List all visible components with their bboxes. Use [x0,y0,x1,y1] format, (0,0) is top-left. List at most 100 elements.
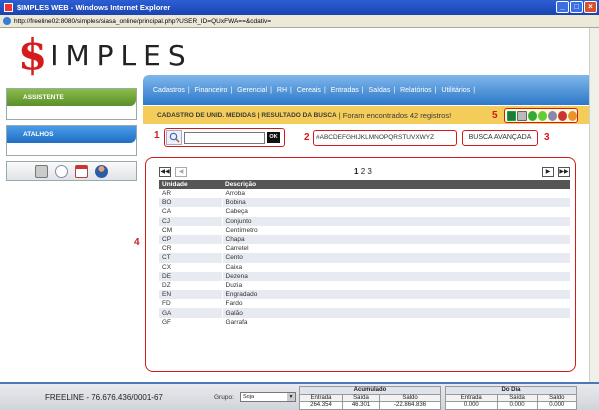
dia-saldo-header: Saldo [536,393,578,402]
grupo-value: Soja [243,394,255,400]
add-icon[interactable] [527,110,537,121]
descricao-cell: Cento [222,253,570,263]
dia-saldo-value: 0.000 [536,401,578,410]
maximize-button[interactable]: □ [570,1,583,13]
table-row[interactable]: CR Carretel [159,244,570,254]
marker-3: 3 [544,132,550,143]
table-row[interactable]: CT Cento [159,253,570,263]
simples-logo: $ IMPLES [18,30,193,79]
add-green-icon[interactable] [537,110,547,121]
logo-text: IMPLES [50,38,193,72]
table-row[interactable]: FD Fardo [159,299,570,309]
minimize-button[interactable]: _ [556,1,569,13]
menu-relatorios[interactable]: Relatórios [400,87,432,94]
menu-utilitarios[interactable]: Utilitários [441,87,470,94]
footer-bar: FREELINE - 76.676.436/0001-67 Grupo: Soj… [0,382,599,410]
table-row[interactable]: BO Bobina [159,198,570,208]
menu-saidas[interactable]: Saídas [369,87,391,94]
table-row[interactable]: DE Dezena [159,271,570,281]
action-toolbar [504,108,578,123]
descricao-cell: Centímetro [225,226,258,234]
main-menu: Cadastros | Financeiro | Gerencial | RH | Ce… [143,75,589,105]
window-titlebar: $IMPLES WEB - Windows Internet Explorer … [0,0,599,15]
info-icon[interactable] [547,110,557,121]
page-others[interactable]: 2 3 [361,167,372,176]
grupo-select[interactable]: Soja ▼ [240,392,296,402]
next-page-button[interactable]: ▶ [542,167,554,177]
unidade-cell: CP [159,234,223,245]
menu-rh[interactable]: RH [277,87,287,94]
col-unidade[interactable]: Unidade [159,180,222,189]
user-icon[interactable] [95,164,108,178]
url-text[interactable]: http://freeline02:8080/simples/siasa_onl… [14,18,271,25]
unidade-cell: CT [159,253,223,263]
prev-page-button[interactable]: ◀ [175,167,187,177]
unidade-cell: GA [159,308,223,318]
alphabet-filter[interactable]: #ABCDEFGHIJKLMNOPQRSTUVXWYZ [313,130,457,146]
dia-entrada-value: 0.000 [445,401,498,410]
delete-icon[interactable] [557,110,567,121]
excel-icon[interactable] [507,110,517,121]
acum-saida-header: Saída [341,393,381,402]
address-bar[interactable]: http://freeline02:8080/simples/siasa_onl… [0,15,599,28]
ok-button[interactable]: OK [267,132,280,143]
chat-bubble-icon[interactable] [55,164,68,178]
descricao-cell: Arroba [225,190,246,198]
search-input[interactable] [184,131,265,144]
table-row[interactable]: CM Centímetro [159,225,570,235]
results-panel: ◀◀ ◀ 1 2 3 ▶ ▶▶ Unidade Descrição AR Arro… [145,157,576,372]
table-row[interactable]: GF Garrafa [159,317,570,327]
acum-saida-value: 46.301 [341,401,381,410]
assistente-header[interactable]: ASSISTENTE [7,89,136,106]
dropdown-arrow-icon[interactable]: ▼ [287,393,295,401]
back-icon[interactable] [567,110,577,121]
table-row[interactable]: CJ Conjunto [159,216,570,226]
unidade-cell: FD [159,299,223,309]
menu-financeiro[interactable]: Financeiro [195,87,228,94]
marker-1: 1 [154,130,160,141]
table-row[interactable]: EN Engradado [159,290,570,300]
ie-page-icon [3,17,11,25]
menu-cereais[interactable]: Cereais [297,87,321,94]
descricao-cell: Duzia [225,281,243,289]
dodia-table: Do Dia Entrada Saída Saldo 0.000 0.000 0… [445,386,578,410]
table-row[interactable]: CX Caixa [159,262,570,272]
col-descricao[interactable]: Descrição [222,180,570,189]
advanced-search-button[interactable]: BUSCA AVANÇADA [462,130,538,146]
acum-saldo-header: Saldo [379,393,441,402]
unidade-cell: CJ [159,216,223,226]
unidade-cell: DZ [159,280,223,291]
menu-cadastros[interactable]: Cadastros [153,87,185,94]
dia-saida-header: Saída [496,393,538,402]
table-row[interactable]: CP Chapa [159,234,570,245]
table-row[interactable]: CA Cabeça [159,207,570,217]
calendar-icon[interactable] [75,164,88,178]
acumulado-title: Acumulado [299,386,441,395]
logo-dollar: $ [18,30,48,79]
calculator-icon[interactable] [35,164,48,178]
descricao-cell: Garrafa [225,318,248,326]
vertical-scrollbar[interactable] [589,28,599,382]
first-page-button[interactable]: ◀◀ [159,167,171,177]
unidade-cell: AR [159,189,223,199]
grupo-label: Grupo: [214,394,234,401]
descricao-cell: Bobina [222,198,570,208]
unidade-cell: EN [159,290,223,300]
atalhos-header[interactable]: ATALHOS [7,126,136,143]
table-row[interactable]: AR Arroba [159,189,570,199]
close-button[interactable]: × [584,1,597,13]
marker-5: 5 [492,110,498,121]
print-icon[interactable] [517,110,527,121]
descricao-cell: Dezena [222,271,570,281]
descricao-cell: Galão [222,308,570,318]
search-icon[interactable] [166,130,182,145]
menu-entradas[interactable]: Entradas [331,87,359,94]
table-row[interactable]: DZ Duzia [159,280,570,291]
last-page-button[interactable]: ▶▶ [558,167,570,177]
table-row[interactable]: GA Galão [159,308,570,318]
descricao-cell: Carretel [225,245,249,253]
menu-gerencial[interactable]: Gerencial [237,87,267,94]
page-current[interactable]: 1 [354,167,358,176]
unidade-cell: CM [159,225,223,235]
marker-2: 2 [304,132,310,143]
